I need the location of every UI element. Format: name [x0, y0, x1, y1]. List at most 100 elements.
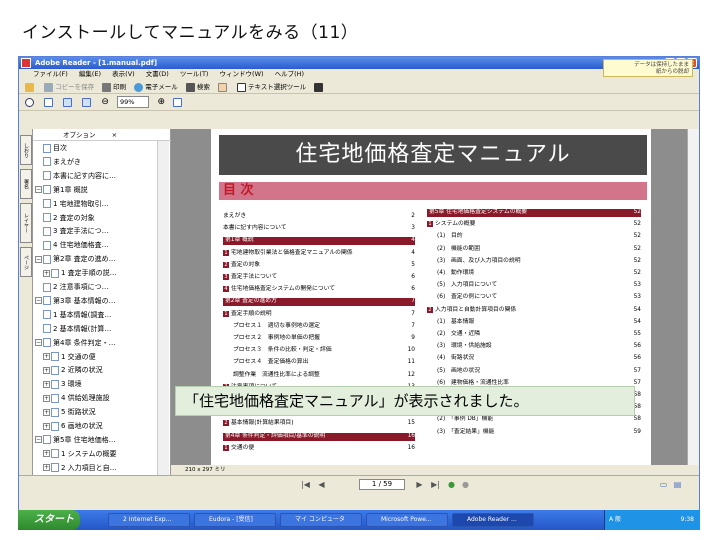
- toc-entry[interactable]: まえがき 2: [223, 213, 415, 221]
- forward-button[interactable]: ●: [461, 480, 470, 489]
- bookmark-item[interactable]: − 第3章 基本情報の…: [35, 296, 157, 307]
- tab-signatures[interactable]: 署名: [20, 169, 32, 199]
- toc-entry[interactable]: (3) 「査定結果」機能 59: [427, 429, 641, 437]
- expand-icon[interactable]: +: [43, 366, 50, 374]
- email-button[interactable]: 電子メール: [134, 80, 178, 94]
- bookmark-item[interactable]: 3 査定手法につ…: [43, 226, 165, 237]
- ime-indicator[interactable]: A 般: [609, 516, 621, 523]
- zoom-tool-button[interactable]: [25, 95, 36, 109]
- bookmark-item[interactable]: 2 注意事項につ…: [43, 282, 165, 293]
- close-pane-icon[interactable]: ×: [112, 131, 117, 139]
- rotate-button[interactable]: [173, 95, 184, 109]
- expand-icon[interactable]: +: [43, 422, 50, 430]
- toc-entry[interactable]: プロセス４ 査定価格の算出 11: [223, 359, 415, 367]
- bookmark-item[interactable]: +4 供給処理施設: [43, 393, 165, 404]
- tab-layers[interactable]: レイヤー: [20, 203, 32, 243]
- collapse-icon[interactable]: −: [35, 297, 42, 305]
- toc-entry[interactable]: (5) 入力項目について 53: [427, 282, 641, 290]
- bookmark-item[interactable]: 本書に記す内容に…: [43, 171, 165, 182]
- bookmark-item[interactable]: − 第4章 条件判定・…: [35, 338, 157, 349]
- bookmark-item[interactable]: +5 街路状況: [43, 407, 165, 418]
- zoom-out-button[interactable]: ⊖: [101, 95, 109, 109]
- toc-entry[interactable]: (2) 機能の範囲 52: [427, 246, 641, 254]
- toc-entry[interactable]: (4) 街路状況 56: [427, 355, 641, 363]
- taskbar-button[interactable]: Adobe Reader ...: [452, 513, 534, 527]
- toc-entry[interactable]: 2 入力項目と自動計算項目の関係 54: [427, 306, 641, 315]
- toc-entry[interactable]: 4 住宅地価格査定システムの開発について 6: [223, 286, 415, 294]
- save-copy-button[interactable]: コピーを保存: [44, 80, 94, 94]
- menu-help[interactable]: ヘルプ(H): [275, 70, 304, 78]
- toc-entry[interactable]: 第4章 条件判定・評価項目/基準の説明 16: [223, 432, 415, 441]
- bookmark-item[interactable]: +2 入力項目と自…: [43, 463, 165, 474]
- menu-file[interactable]: ファイル(F): [33, 70, 68, 78]
- bookmark-item[interactable]: 1 宅地建物取引…: [43, 199, 165, 210]
- fit-page-button[interactable]: [63, 95, 74, 109]
- bookmark-item[interactable]: 1 基本情報(調査…: [43, 310, 165, 321]
- toc-entry[interactable]: 第1章 概説 4: [223, 237, 415, 246]
- menu-document[interactable]: 文書(D): [146, 70, 169, 78]
- bookmark-item[interactable]: − 第1章 概説: [35, 185, 157, 196]
- bookmarks-scrollbar[interactable]: [157, 141, 169, 479]
- toc-entry[interactable]: (6) 査定の例について 53: [427, 294, 641, 302]
- collapse-icon[interactable]: −: [35, 436, 42, 444]
- taskbar-button[interactable]: マイ コンピュータ: [280, 513, 362, 527]
- collapse-icon[interactable]: −: [35, 186, 42, 194]
- fit-width-button[interactable]: [82, 95, 93, 109]
- toc-entry[interactable]: (4) 動作環境 52: [427, 270, 641, 278]
- toc-entry[interactable]: 第5章 住宅地価格査定システムの概要 52: [427, 209, 641, 217]
- bookmark-item[interactable]: まえがき: [43, 157, 165, 168]
- bookmark-item[interactable]: +3 環境: [43, 379, 165, 390]
- toc-entry[interactable]: 1 宅地建物取引業法と価格査定マニュアルの関係 4: [223, 249, 415, 258]
- expand-icon[interactable]: +: [43, 394, 50, 402]
- toc-entry[interactable]: (5) 画地の状況 57: [427, 368, 641, 376]
- bookmark-item[interactable]: 2 査定の対象: [43, 213, 165, 224]
- taskbar-button[interactable]: Microsoft Powe...: [366, 513, 448, 527]
- bookmark-item[interactable]: − 第2章 査定の進め…: [35, 254, 157, 265]
- expand-icon[interactable]: +: [43, 464, 50, 472]
- collapse-icon[interactable]: −: [35, 339, 42, 347]
- toc-entry[interactable]: プロセス１ 適切な事例地の選定 7: [223, 323, 415, 331]
- toc-entry[interactable]: 2 査定の対象 5: [223, 261, 415, 270]
- bookmark-item[interactable]: +6 画地の状況: [43, 421, 165, 432]
- expand-icon[interactable]: +: [43, 450, 50, 458]
- text-select-button[interactable]: テキスト選択ツール: [236, 80, 306, 94]
- expand-icon[interactable]: +: [43, 269, 50, 277]
- toc-entry[interactable]: (2) 「事例 DB」機能 58: [427, 416, 641, 424]
- first-page-button[interactable]: |◀: [301, 480, 310, 489]
- page-number-field[interactable]: 1 / 59: [359, 479, 405, 490]
- tab-bookmarks[interactable]: しおり: [20, 135, 32, 165]
- menu-tools[interactable]: ツール(T): [180, 70, 209, 78]
- expand-icon[interactable]: +: [43, 353, 50, 360]
- toc-entry[interactable]: 1 システムの概要 52: [427, 221, 641, 229]
- single-page-layout-button[interactable]: ▭: [659, 480, 668, 489]
- expand-icon[interactable]: +: [43, 380, 50, 388]
- toc-entry[interactable]: (2) 交通・近隣 55: [427, 331, 641, 339]
- toc-entry[interactable]: 調整作業 流通性比率による調整 12: [223, 372, 415, 380]
- bookmark-item[interactable]: 目次: [43, 143, 165, 154]
- expand-icon[interactable]: +: [43, 408, 50, 416]
- toc-entry[interactable]: 本書に記す内容について 3: [223, 225, 415, 233]
- toc-entry[interactable]: 1 交通の便 16: [223, 444, 415, 453]
- start-button[interactable]: スタート: [18, 510, 80, 530]
- zoom-field[interactable]: 99%: [116, 96, 150, 108]
- toc-entry[interactable]: (1) 目的 52: [427, 233, 641, 241]
- hand-tool-button[interactable]: [217, 80, 229, 94]
- last-page-button[interactable]: ▶|: [431, 480, 440, 489]
- toc-entry[interactable]: (3) 画面、及び入力項目の説明 52: [427, 258, 641, 266]
- menu-view[interactable]: 表示(V): [112, 70, 135, 78]
- collapse-icon[interactable]: −: [35, 255, 42, 263]
- actual-size-button[interactable]: [44, 95, 55, 109]
- toc-entry[interactable]: 3 査定手法について 6: [223, 274, 415, 282]
- back-button[interactable]: ●: [447, 480, 456, 489]
- toc-entry[interactable]: 2 基本情報(計算結果項目) 15: [223, 420, 415, 428]
- bookmark-item[interactable]: 4 住宅地価格査…: [43, 240, 165, 251]
- bookmark-item[interactable]: +1 査定手順の説…: [43, 268, 165, 279]
- bookmark-item[interactable]: +1 システムの概要: [43, 449, 165, 460]
- open-button[interactable]: [25, 80, 36, 94]
- toc-entry[interactable]: プロセス３ 条件の比較・判定・評価 10: [223, 347, 415, 355]
- bookmark-item[interactable]: − 第5章 住宅地価格…: [35, 435, 157, 446]
- toc-entry[interactable]: 第2章 査定の進め方 7: [223, 298, 415, 307]
- print-button[interactable]: 印刷: [102, 80, 126, 94]
- toc-entry[interactable]: プロセス２ 事例地の単価の把握 9: [223, 335, 415, 343]
- search-button[interactable]: 検索: [185, 80, 210, 94]
